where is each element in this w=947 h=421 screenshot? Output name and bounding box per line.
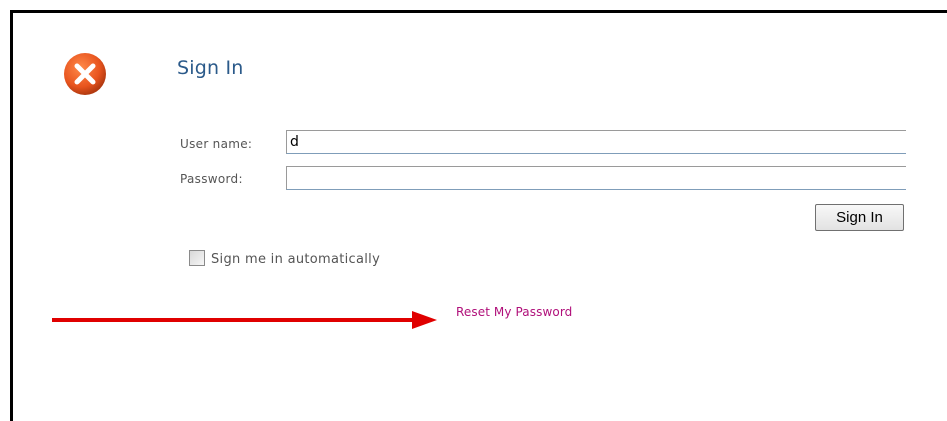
password-field[interactable] <box>286 166 906 190</box>
page-title: Sign In <box>177 57 244 79</box>
username-label: User name: <box>180 137 253 151</box>
password-label: Password: <box>180 172 243 186</box>
username-field[interactable] <box>286 130 906 154</box>
error-icon <box>64 53 106 95</box>
remember-me-checkbox[interactable] <box>189 250 205 266</box>
annotation-arrow <box>52 311 437 329</box>
reset-password-link[interactable]: Reset My Password <box>456 305 572 319</box>
sign-in-button[interactable]: Sign In <box>815 204 904 231</box>
remember-me-label: Sign me in automatically <box>211 252 381 267</box>
sign-in-panel <box>10 10 947 421</box>
